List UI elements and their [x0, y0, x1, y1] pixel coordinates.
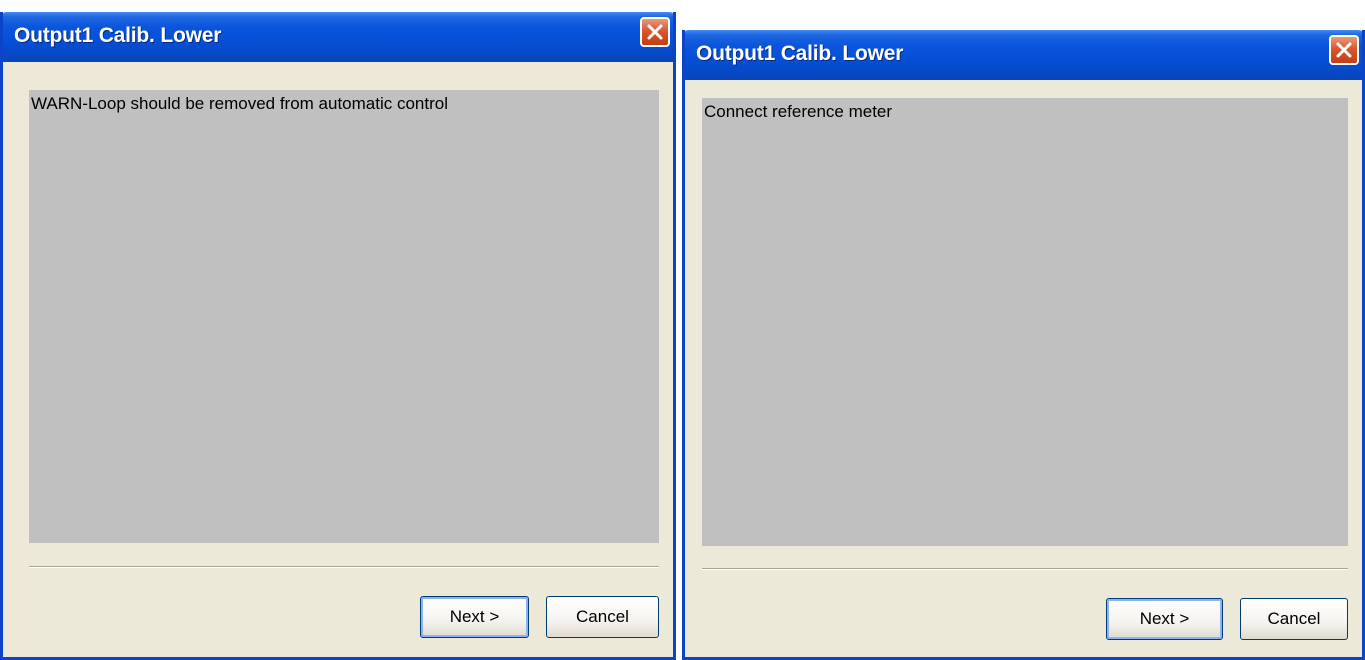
message-panel: WARN-Loop should be removed from automat…	[29, 90, 659, 543]
divider	[29, 566, 659, 568]
next-button[interactable]: Next >	[1106, 598, 1223, 640]
message-text: WARN-Loop should be removed from automat…	[31, 94, 448, 113]
dialog-title: Output1 Calib. Lower	[696, 42, 904, 65]
close-button[interactable]	[1329, 35, 1359, 65]
title-bar[interactable]: Output1 Calib. Lower	[3, 12, 673, 62]
close-button[interactable]	[640, 17, 670, 47]
next-button[interactable]: Next >	[420, 596, 529, 638]
dialog-title: Output1 Calib. Lower	[14, 24, 222, 47]
message-panel: Connect reference meter	[702, 98, 1348, 546]
cancel-button[interactable]: Cancel	[1240, 598, 1348, 640]
close-x-icon	[647, 24, 663, 40]
cancel-button[interactable]: Cancel	[546, 596, 659, 638]
title-bar[interactable]: Output1 Calib. Lower	[685, 30, 1362, 80]
message-text: Connect reference meter	[704, 102, 893, 121]
calibration-dialog-warning: Output1 Calib. Lower WARN-Loop should be…	[0, 12, 676, 660]
divider	[702, 568, 1348, 570]
calibration-dialog-connect: Output1 Calib. Lower Connect reference m…	[682, 30, 1365, 660]
close-x-icon	[1336, 42, 1352, 58]
